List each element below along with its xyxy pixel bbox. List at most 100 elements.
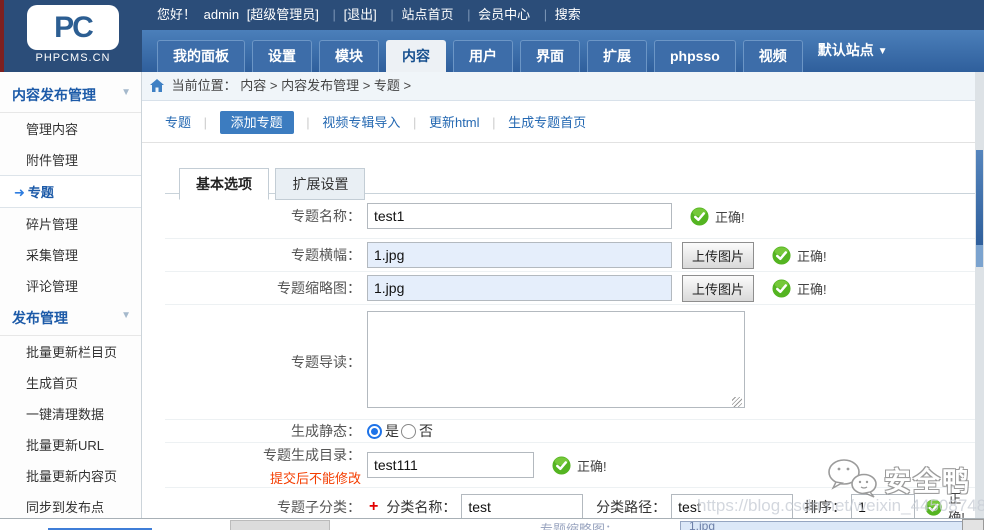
sidebar-item-fragments[interactable]: 碎片管理 [0,208,141,239]
subcat-path-label: 分类路径： [596,499,667,515]
search-link[interactable]: 搜索 [555,7,581,22]
sidebar-item-attachments[interactable]: 附件管理 [0,144,141,175]
member-center-link[interactable]: 会员中心 [478,7,530,22]
radio-no[interactable] [401,423,416,439]
nav-tab-phpsso[interactable]: phpsso [654,40,736,72]
validation-status: 正确! [552,455,607,475]
site-home-link[interactable]: 站点首页 [401,7,453,22]
subcat-path-input[interactable] [671,494,794,520]
status-text: 正确! [797,281,827,297]
radio-no-label: 否 [419,423,433,439]
background-window-edge: 专题缩略图： 1.jpg [0,518,984,530]
form-row-directory: 专题生成目录： 提交后不能修改 正确! [165,443,975,488]
nav-tab-video[interactable]: 视频 [742,40,803,72]
logo[interactable]: PC PHPCMS.CN [4,0,142,72]
field-label: 专题导读： [291,354,361,370]
nav-tab-modules[interactable]: 模块 [319,40,379,72]
subtab-update-html[interactable]: 更新html [429,115,480,130]
logo-text: PHPCMS.CN [35,52,111,64]
breadcrumb-prefix: 当前位置： [171,78,237,93]
sidebar-item-special-topic[interactable]: ➜ 专题 [0,175,141,208]
form-area: 基本选项 扩展设置 专题名称： 正确! 专题横幅： [165,143,975,526]
upload-image-button[interactable]: 上传图片 [682,274,755,302]
separator: | [390,7,394,22]
nav-tab-extensions[interactable]: 扩展 [587,40,647,72]
tab-basic-options[interactable]: 基本选项 [179,168,269,200]
sidebar-item-gen-home[interactable]: 生成首页 [0,367,141,398]
separator: | [203,115,208,130]
main-content: 专题 | 添加专题 | 视频专辑导入 | 更新html | 生成专题首页 基本选… [142,101,975,530]
subcat-order-label: 排序： [804,499,847,515]
success-check-icon [772,245,791,265]
nav-tab-users[interactable]: 用户 [453,40,513,72]
topic-directory-input[interactable] [367,452,534,478]
upload-image-button[interactable]: 上传图片 [682,241,755,269]
subcat-name-input[interactable] [461,494,584,520]
background-thumb-label: 专题缩略图： [540,522,619,530]
status-text: 正确! [715,209,745,225]
collapse-icon: ▼ [121,87,131,98]
scrollbar-track[interactable] [975,72,984,530]
separator: | [543,7,548,22]
sidebar-item-collection[interactable]: 采集管理 [0,239,141,270]
nav-tab-panel[interactable]: 我的面板 [157,40,245,72]
home-icon[interactable] [150,74,164,102]
subtab-gen-topic-home[interactable]: 生成专题首页 [508,115,586,130]
subtab-video-import[interactable]: 视频专辑导入 [322,115,400,130]
success-check-icon [772,278,791,298]
main-nav: 我的面板 设置 模块 内容 用户 界面 扩展 phpsso 视频 默认站点 ▼ [142,30,984,72]
phpcms-admin-page: PC PHPCMS.CN 您好！ admin [超级管理员] | [退出] | … [0,0,984,530]
background-button-fragment [962,519,984,530]
form-row-name: 专题名称： 正确! [165,194,975,239]
tab-extended-settings[interactable]: 扩展设置 [275,168,366,200]
chevron-down-icon: ▼ [877,46,888,57]
sidebar-item-clean-data[interactable]: 一键清理数据 [0,398,141,429]
success-check-icon [690,206,709,226]
greeting-text: 您好！ [157,7,197,22]
add-subcategory-button[interactable]: + [369,498,378,516]
radio-yes[interactable] [367,423,382,439]
header: PC PHPCMS.CN 您好！ admin [超级管理员] | [退出] | … [0,0,984,72]
subcat-name-label: 分类名称： [386,499,457,515]
scrollbar-thumb-fade [976,245,983,267]
field-warning-note: 提交后不能修改 [269,471,361,486]
status-text: 正确! [577,458,607,474]
nav-tab-settings[interactable]: 设置 [252,40,312,72]
sidebar: 内容发布管理 ▼ 管理内容 附件管理 ➜ 专题 碎片管理 采集管理 评论管理 发布… [0,72,142,530]
topic-banner-input[interactable] [367,242,672,268]
sidebar-item-comments[interactable]: 评论管理 [0,270,141,301]
sidebar-item-batch-content[interactable]: 批量更新内容页 [0,460,141,491]
resize-handle[interactable] [732,397,742,407]
subcat-order-input[interactable] [851,494,916,520]
success-check-icon [552,455,571,475]
topic-thumbnail-input[interactable] [367,275,672,301]
subtab-add-topic[interactable]: 添加专题 [219,111,294,134]
sidebar-item-manage-content[interactable]: 管理内容 [0,113,141,144]
field-label: 生成静态： [291,423,361,439]
active-arrow-icon: ➜ [14,185,25,200]
validation-status: 正确! [772,278,827,298]
breadcrumb-trail[interactable]: 内容 > 内容发布管理 > 专题 > [240,78,411,93]
section-title-label: 内容发布管理 [12,87,96,103]
success-check-icon [925,498,942,516]
topic-name-input[interactable] [367,203,672,229]
form-row-thumbnail: 专题缩略图： 上传图片 正确! [165,272,975,305]
sidebar-item-batch-category[interactable]: 批量更新栏目页 [0,336,141,367]
field-label: 专题横幅： [291,247,361,263]
nav-tab-content[interactable]: 内容 [386,40,446,72]
subtab-topic[interactable]: 专题 [165,115,191,130]
site-switcher[interactable]: 默认站点 ▼ [818,30,888,72]
sidebar-section-publish[interactable]: 发布管理 ▼ [0,301,141,336]
logo-mark: PC [27,5,119,50]
sidebar-item-label: 专题 [27,185,54,200]
separator: | [492,115,496,130]
sidebar-section-content-publish[interactable]: 内容发布管理 ▼ [0,78,141,113]
form-row-intro: 专题导读： [165,305,975,420]
nav-tab-interface[interactable]: 界面 [520,40,580,72]
sidebar-item-batch-url[interactable]: 批量更新URL [0,429,141,460]
scrollbar-thumb[interactable] [976,150,983,245]
radio-yes-label: 是 [385,423,399,439]
topic-intro-textarea[interactable] [367,311,745,408]
background-thumb-input: 1.jpg [680,521,980,530]
logout-link[interactable]: [退出] [344,7,377,22]
